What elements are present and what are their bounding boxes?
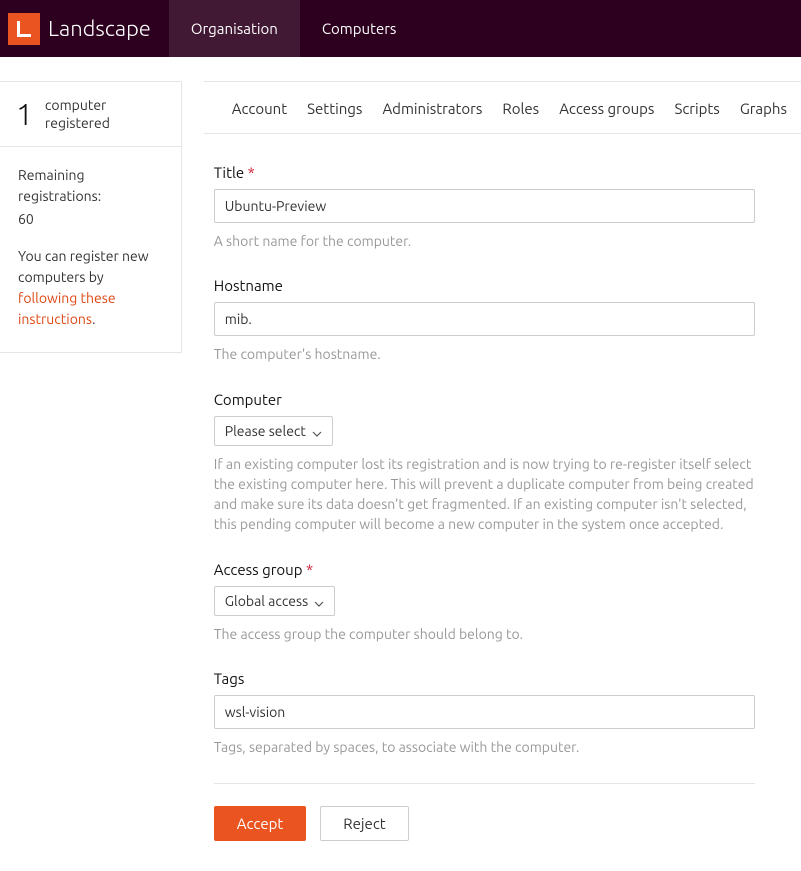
title-label-text: Title — [214, 164, 244, 181]
tab-account[interactable]: Account — [232, 100, 287, 117]
computer-help: If an existing computer lost its registr… — [214, 454, 755, 535]
title-label: Title * — [214, 164, 755, 181]
app-header: Landscape Organisation Computers — [0, 0, 801, 57]
brand-block[interactable]: Landscape — [0, 0, 169, 57]
title-help: A short name for the computer. — [214, 231, 755, 251]
field-access-group: Access group * Global access The access … — [214, 561, 755, 644]
registered-count: 1 — [16, 99, 33, 129]
tab-roles[interactable]: Roles — [502, 100, 539, 117]
field-tags: Tags Tags, separated by spaces, to assoc… — [214, 670, 755, 757]
title-input[interactable] — [214, 189, 755, 223]
computer-selected-value: Please select — [225, 423, 306, 439]
access-group-select[interactable]: Global access — [214, 586, 335, 616]
required-asterisk: * — [306, 561, 313, 578]
nav-computers[interactable]: Computers — [300, 0, 419, 57]
tags-label: Tags — [214, 670, 755, 687]
landscape-logo-icon — [8, 13, 40, 45]
hostname-label: Hostname — [214, 277, 755, 294]
registered-label-line2: registered — [45, 114, 110, 132]
access-group-label-text: Access group — [214, 561, 303, 578]
access-group-help: The access group the computer should bel… — [214, 624, 755, 644]
computer-label: Computer — [214, 391, 755, 408]
tab-graphs[interactable]: Graphs — [740, 100, 787, 117]
field-computer: Computer Please select If an existing co… — [214, 391, 755, 535]
hostname-help: The computer's hostname. — [214, 344, 755, 364]
field-title: Title * A short name for the computer. — [214, 164, 755, 251]
tab-access-groups[interactable]: Access groups — [559, 100, 654, 117]
tab-administrators[interactable]: Administrators — [382, 100, 482, 117]
register-instructions: You can register new computers by follow… — [18, 246, 163, 330]
hostname-input[interactable] — [214, 302, 755, 336]
chevron-down-icon — [314, 596, 324, 606]
field-hostname: Hostname The computer's hostname. — [214, 277, 755, 364]
computer-select[interactable]: Please select — [214, 416, 333, 446]
reject-button[interactable]: Reject — [320, 806, 408, 841]
access-group-label: Access group * — [214, 561, 755, 578]
chevron-down-icon — [312, 426, 322, 436]
form-divider — [214, 783, 755, 784]
main-panel: Account Settings Administrators Roles Ac… — [204, 81, 801, 871]
sidebar: 1 computer registered Remaining registra… — [0, 81, 182, 353]
tab-bar: Account Settings Administrators Roles Ac… — [204, 82, 801, 134]
required-asterisk: * — [248, 164, 255, 181]
content-area: 1 computer registered Remaining registra… — [0, 57, 801, 871]
access-group-selected-value: Global access — [225, 593, 308, 609]
registered-label-line1: computer — [45, 96, 110, 114]
nav-organisation-label: Organisation — [191, 20, 278, 37]
register-instructions-link[interactable]: following these instructions — [18, 290, 116, 327]
tab-settings[interactable]: Settings — [307, 100, 362, 117]
form-area: Title * A short name for the computer. H… — [204, 134, 801, 871]
registered-count-label: computer registered — [45, 96, 110, 132]
remaining-label: Remaining registrations: — [18, 165, 163, 207]
register-text-prefix: You can register new computers by — [18, 248, 149, 285]
tags-help: Tags, separated by spaces, to associate … — [214, 737, 755, 757]
sidebar-summary: 1 computer registered — [0, 82, 181, 147]
sidebar-body: Remaining registrations: 60 You can regi… — [0, 147, 181, 352]
nav-organisation[interactable]: Organisation — [169, 0, 300, 57]
nav-computers-label: Computers — [322, 20, 397, 37]
form-actions: Accept Reject — [214, 806, 755, 841]
tab-scripts[interactable]: Scripts — [674, 100, 719, 117]
tags-input[interactable] — [214, 695, 755, 729]
remaining-value: 60 — [18, 209, 163, 230]
accept-button[interactable]: Accept — [214, 806, 307, 841]
register-text-suffix: . — [92, 311, 95, 327]
brand-text: Landscape — [48, 16, 151, 41]
